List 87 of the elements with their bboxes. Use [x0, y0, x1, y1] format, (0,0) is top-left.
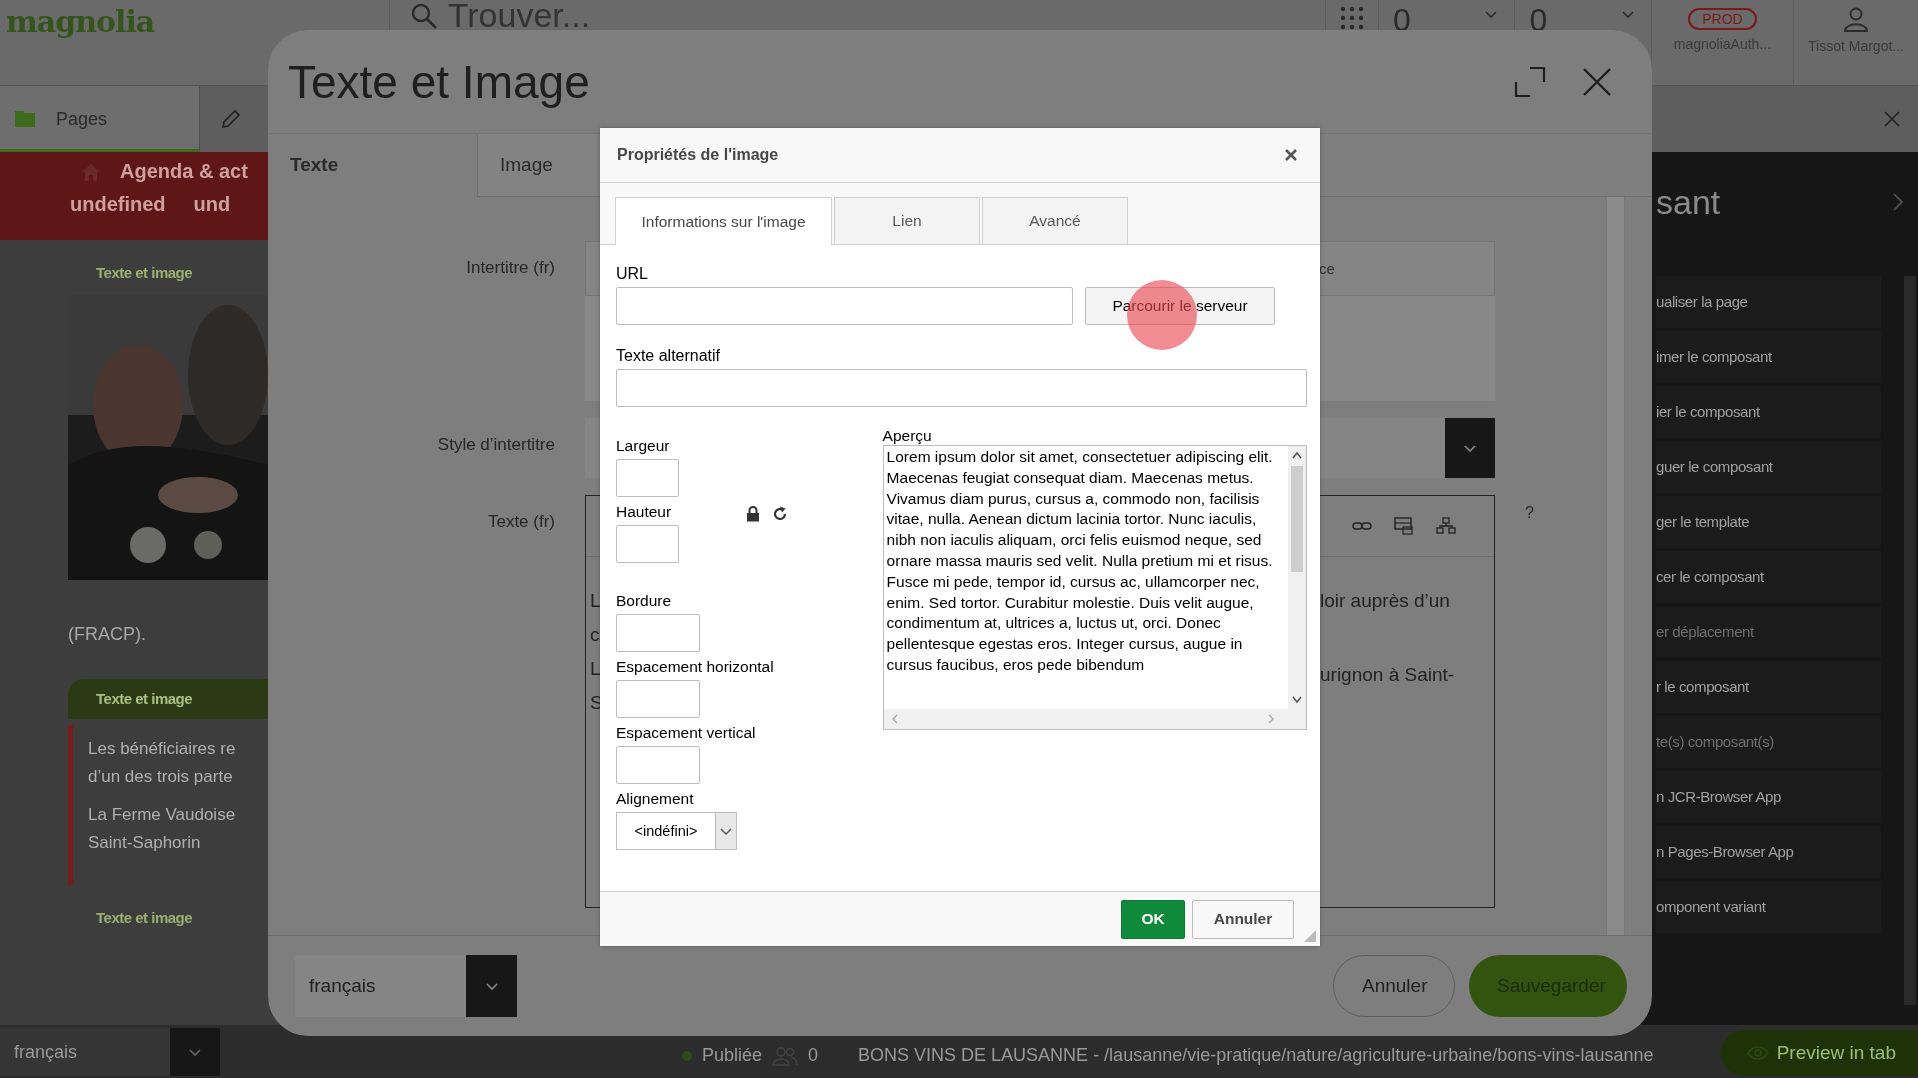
quote-text: La Ferme Vaudoise Saint-Saphorin — [88, 804, 237, 854]
breadcrumb-link[interactable]: Agenda & act — [120, 160, 248, 183]
quote-text: Les bénéficiaires re d’un des trois parte — [88, 738, 237, 788]
action-item[interactable]: r le composant — [1656, 661, 1881, 713]
publish-status: Publiée — [702, 1045, 763, 1066]
field-label: Espacement horizontal — [616, 658, 775, 676]
dialog-tab[interactable]: Avancé — [982, 197, 1128, 244]
action-item[interactable]: ier le composant — [1656, 386, 1881, 438]
editor-text: c — [590, 623, 601, 647]
cancel-button[interactable]: Annuler — [1192, 899, 1294, 939]
folder-icon — [14, 110, 36, 128]
dialog-tab[interactable]: Lien — [834, 197, 980, 244]
nav-link[interactable]: und — [193, 193, 231, 216]
language-select[interactable]: français — [0, 1028, 220, 1076]
language-select[interactable]: français — [295, 955, 517, 1017]
lock-icon[interactable] — [746, 506, 760, 522]
help-icon[interactable]: ? — [1525, 495, 1534, 523]
notification-count: 0 — [1392, 2, 1411, 39]
field-label: Texte (fr) — [486, 511, 555, 533]
sitemap-icon[interactable] — [1436, 517, 1456, 535]
border-field[interactable] — [616, 614, 700, 652]
field-label: Intertitre (fr) — [465, 257, 555, 279]
nav-link[interactable]: undefined — [70, 193, 166, 216]
expand-icon[interactable] — [1514, 65, 1546, 98]
chevron-right-icon[interactable] — [1892, 192, 1904, 212]
width-field[interactable] — [616, 459, 679, 497]
editor-text: L — [590, 589, 602, 613]
field-label: URL — [616, 265, 649, 283]
field-label: Style d’intertitre — [436, 434, 555, 456]
action-item[interactable]: n JCR-Browser App — [1656, 771, 1881, 823]
field-label: Espacement vertical — [616, 724, 757, 742]
component-bar: Texte et image — [68, 679, 268, 719]
notification-count: 0 — [1529, 2, 1548, 39]
action-item[interactable]: imer le composant — [1656, 331, 1881, 383]
field-label: Aperçu — [882, 427, 933, 445]
editor-text: urignon à Saint- — [1320, 663, 1455, 687]
field-label: Bordure — [616, 592, 673, 610]
apps-grid-icon[interactable] — [1339, 6, 1364, 30]
action-item[interactable]: ualiser la page — [1656, 276, 1881, 328]
chevron-up-icon — [1290, 450, 1303, 460]
search-icon — [409, 2, 438, 30]
action-item[interactable]: ger le template — [1656, 496, 1881, 548]
refresh-icon[interactable] — [772, 506, 788, 522]
action-item[interactable]: guer le composant — [1656, 441, 1881, 493]
search-field[interactable]: Trouver... — [447, 0, 748, 35]
editor-text: L — [590, 657, 602, 681]
field-label: Texte alternatif — [616, 347, 722, 365]
close-icon[interactable] — [1284, 148, 1298, 162]
alignment-select[interactable]: <indéfini> — [616, 812, 737, 850]
status-dot-icon — [682, 1050, 692, 1061]
ok-button[interactable]: OK — [1121, 899, 1185, 939]
pencil-icon[interactable] — [220, 108, 242, 130]
dialog-title: Texte et Image — [288, 54, 590, 109]
people-icon — [772, 1045, 799, 1066]
component-label: Texte et image — [95, 263, 193, 283]
alt-text-field[interactable] — [616, 369, 1307, 407]
table-icon[interactable] — [1394, 517, 1414, 535]
dialog-tab[interactable]: Texte — [268, 134, 477, 197]
scrollbar[interactable] — [1287, 446, 1306, 709]
page-path: BONS VINS DE LAUSANNE - /lausanne/vie-pratique/nature/agriculture-urbaine/bons-vins-lausanne — [858, 1045, 1654, 1066]
preview-text: Lorem ipsum dolor sit amet, consectetuer adipiscing elit. Maecenas feugiat consequat diam. Maecenas metus. Vivamus diam purus, cursus a, commodo non, facilisis vitae, nulla. Aenean dictum lacinia tortor. Nunc iaculis, nibh non iaculis aliquam, orci felis euismod neque, sed ornare massa mauris sed velit. Nulla pretium mi et risus. Fusce mi pede, tempor id, cursus ac, ullamcorper nec, enim. Sed tortor. Curabitur molestie. Duis velit augue, condimentum at, ultrices a, luctus ut, orci. Donec pellentesque egestas eros. Integer cursus, augue in cursus faucibus, eros pede bibendum — [885, 447, 1274, 675]
action-item[interactable]: n Pages-Browser App — [1656, 826, 1881, 878]
field-label: Hauteur — [616, 503, 673, 521]
eye-icon — [1746, 1045, 1769, 1061]
scrollbar[interactable] — [883, 709, 1306, 729]
field-label: Largeur — [616, 437, 671, 455]
environment-badge: PROD — [1688, 8, 1757, 30]
body-text: (FRACP). — [68, 624, 146, 645]
preview-button[interactable]: Preview in tab — [1720, 1030, 1918, 1076]
scrollbar[interactable] — [1606, 197, 1625, 935]
dialog-tab[interactable]: Informations sur l'image — [615, 197, 832, 245]
height-field[interactable] — [616, 525, 679, 563]
link-icon[interactable] — [1352, 519, 1372, 533]
horizontal-spacing-field[interactable] — [616, 680, 700, 718]
field-label: Alignement — [616, 790, 695, 808]
action-item[interactable]: cer le composant — [1656, 551, 1881, 603]
chevron-down-icon — [1290, 695, 1303, 705]
user-icon[interactable] — [1843, 6, 1869, 32]
vertical-spacing-field[interactable] — [616, 746, 700, 784]
close-icon[interactable] — [1582, 66, 1612, 97]
component-label: Texte et image — [95, 908, 193, 928]
subscriber-count: 0 — [808, 1045, 819, 1066]
action-item[interactable]: omponent variant — [1656, 881, 1881, 933]
resize-grip-icon[interactable] — [1304, 930, 1316, 942]
panel-title: sant — [1656, 182, 1721, 222]
editor-text: loir auprès d’un — [1320, 589, 1451, 613]
url-field[interactable] — [616, 287, 1073, 325]
